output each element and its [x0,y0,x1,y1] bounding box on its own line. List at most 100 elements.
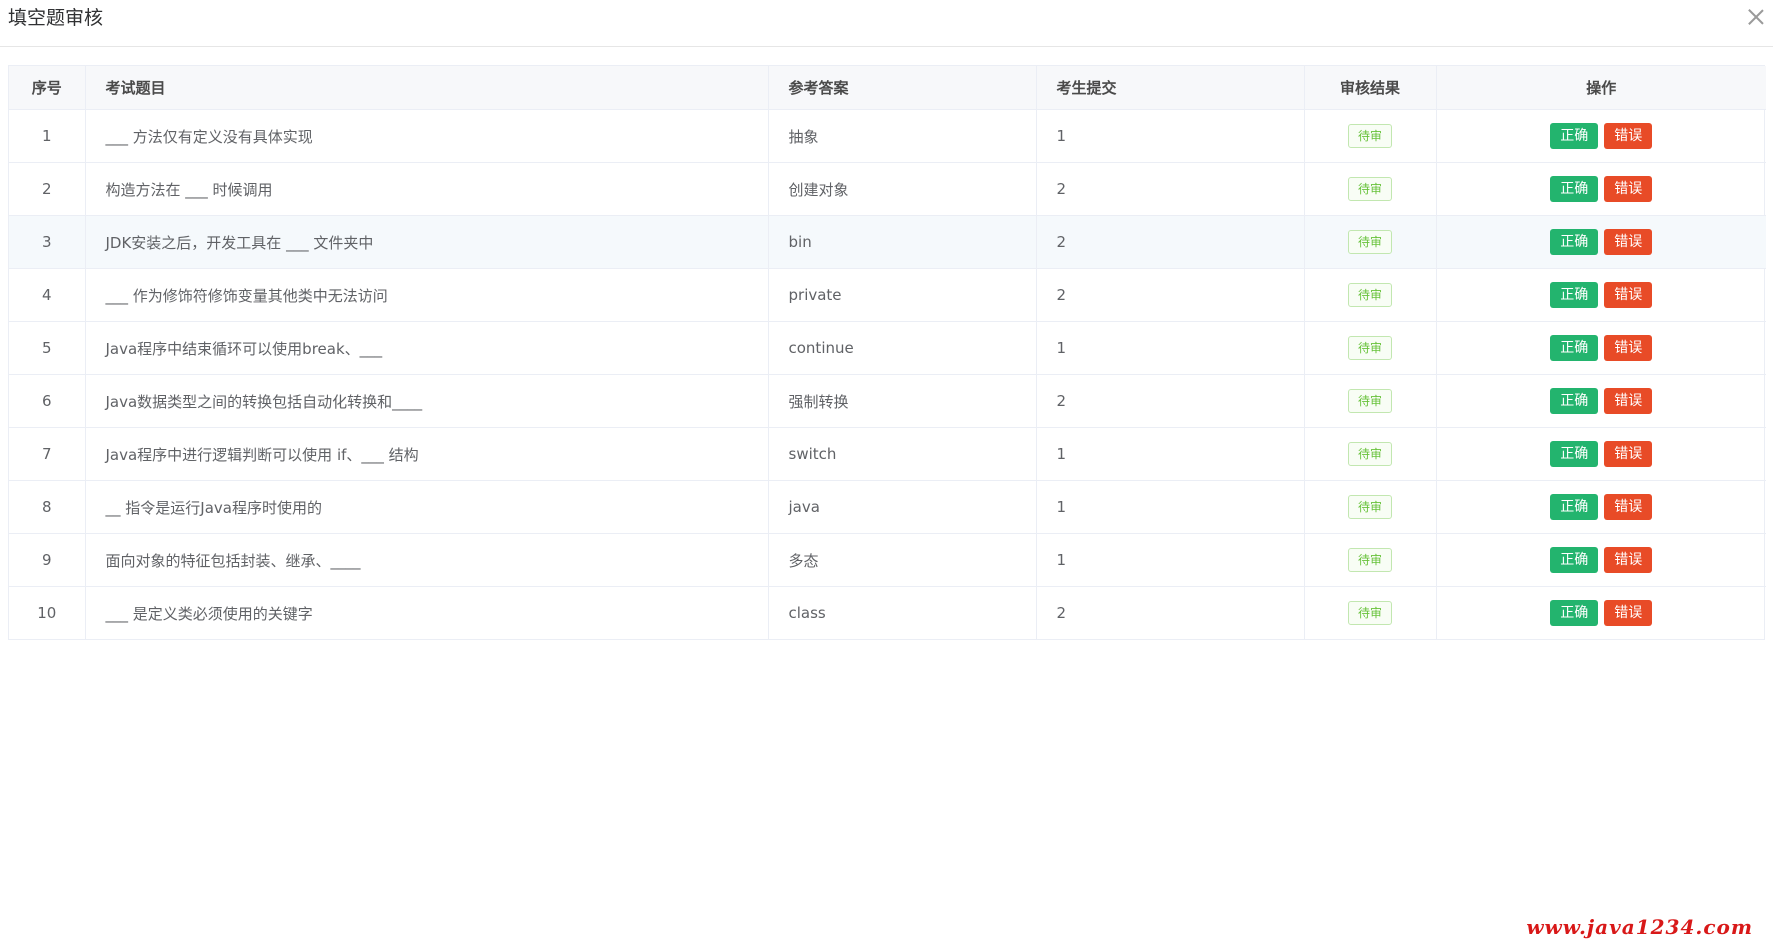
mark-wrong-button[interactable]: 错误 [1604,335,1653,361]
dialog-title: 填空题审核 [8,7,104,29]
mark-correct-button[interactable]: 正确 [1550,176,1599,202]
status-badge: 待审 [1347,601,1392,625]
row-submission: 1 [1036,321,1305,375]
column-header-answer: 参考答案 [768,66,1037,110]
row-index: 2 [9,162,86,216]
table-row: 8 __ 指令是运行Java程序时使用的 java 1 待审 正确 错误 [9,480,1766,534]
mark-wrong-button[interactable]: 错误 [1604,494,1653,520]
row-index: 7 [9,427,86,481]
row-index: 5 [9,321,86,375]
status-badge: 待审 [1347,124,1392,148]
row-status-cell: 待审 [1304,109,1437,163]
row-submission: 2 [1036,268,1305,322]
row-submission: 1 [1036,427,1305,481]
row-index: 3 [9,215,86,269]
table-row: 2 构造方法在 ___ 时候调用 创建对象 2 待审 正确 错误 [9,162,1766,216]
review-dialog: 填空题审核 序号 考试题目 参考答案 考生提交 审核结果 操作 1 ___ 方法… [0,0,1773,949]
row-submission: 2 [1036,586,1305,639]
row-status-cell: 待审 [1304,586,1437,639]
mark-correct-button[interactable]: 正确 [1550,229,1599,255]
row-index: 8 [9,480,86,534]
dialog-header: 填空题审核 [0,0,1773,47]
column-header-question: 考试题目 [85,66,769,110]
row-actions: 正确 错误 [1436,109,1766,163]
row-actions: 正确 错误 [1436,374,1766,428]
table-row: 6 Java数据类型之间的转换包括自动化转换和____ 强制转换 2 待审 正确 错误 [9,374,1766,428]
row-question: __ 指令是运行Java程序时使用的 [85,480,769,534]
row-status-cell: 待审 [1304,321,1437,375]
status-badge: 待审 [1347,230,1392,254]
row-index: 1 [9,109,86,163]
column-header-status: 审核结果 [1304,66,1437,110]
row-actions: 正确 错误 [1436,268,1766,322]
row-actions: 正确 错误 [1436,427,1766,481]
mark-wrong-button[interactable]: 错误 [1604,123,1653,149]
row-answer: 抽象 [768,109,1037,163]
row-answer: class [768,586,1037,639]
row-question: 构造方法在 ___ 时候调用 [85,162,769,216]
row-question: JDK安装之后，开发工具在 ___ 文件夹中 [85,215,769,269]
row-submission: 1 [1036,533,1305,587]
row-actions: 正确 错误 [1436,587,1766,640]
row-answer: bin [768,215,1037,269]
table-row: 9 面向对象的特征包括封装、继承、____ 多态 1 待审 正确 错误 [9,533,1766,587]
table-row: 5 Java程序中结束循环可以使用break、___ continue 1 待审 正确 错误 [9,321,1766,375]
row-answer: 多态 [768,533,1037,587]
column-header-submission: 考生提交 [1036,66,1305,110]
row-status-cell: 待审 [1304,427,1437,481]
mark-wrong-button[interactable]: 错误 [1604,282,1653,308]
row-question: 面向对象的特征包括封装、继承、____ [85,533,769,587]
row-answer: continue [768,321,1037,375]
row-question: Java程序中结束循环可以使用break、___ [85,321,769,375]
status-badge: 待审 [1347,336,1392,360]
table-row: 3 JDK安装之后，开发工具在 ___ 文件夹中 bin 2 待审 正确 错误 [9,215,1766,269]
row-index: 6 [9,374,86,428]
row-actions: 正确 错误 [1436,162,1766,216]
row-question: ___ 方法仅有定义没有具体实现 [85,109,769,163]
review-table: 序号 考试题目 参考答案 考生提交 审核结果 操作 1 ___ 方法仅有定义没有具… [8,65,1766,640]
row-answer: private [768,268,1037,322]
mark-correct-button[interactable]: 正确 [1550,441,1599,467]
mark-correct-button[interactable]: 正确 [1550,494,1599,520]
row-actions: 正确 错误 [1436,215,1766,269]
row-index: 9 [9,533,86,587]
row-submission: 1 [1036,480,1305,534]
row-submission: 2 [1036,162,1305,216]
row-actions: 正确 错误 [1436,480,1766,534]
mark-correct-button[interactable]: 正确 [1550,282,1599,308]
mark-wrong-button[interactable]: 错误 [1604,388,1653,414]
mark-wrong-button[interactable]: 错误 [1604,229,1653,255]
row-answer: 创建对象 [768,162,1037,216]
row-answer: java [768,480,1037,534]
row-submission: 1 [1036,109,1305,163]
row-status-cell: 待审 [1304,533,1437,587]
row-question: ___ 作为修饰符修饰变量其他类中无法访问 [85,268,769,322]
mark-wrong-button[interactable]: 错误 [1604,547,1653,573]
table-row: 10 ___ 是定义类必须使用的关键字 class 2 待审 正确 错误 [9,586,1766,640]
mark-wrong-button[interactable]: 错误 [1604,441,1653,467]
table-header-row: 序号 考试题目 参考答案 考生提交 审核结果 操作 [9,66,1766,110]
mark-correct-button[interactable]: 正确 [1550,600,1599,626]
row-submission: 2 [1036,374,1305,428]
mark-correct-button[interactable]: 正确 [1550,388,1599,414]
mark-correct-button[interactable]: 正确 [1550,123,1599,149]
row-actions: 正确 错误 [1436,533,1766,587]
mark-wrong-button[interactable]: 错误 [1604,176,1653,202]
column-header-actions: 操作 [1436,66,1766,110]
row-status-cell: 待审 [1304,480,1437,534]
status-badge: 待审 [1347,495,1392,519]
row-answer: 强制转换 [768,374,1037,428]
mark-correct-button[interactable]: 正确 [1550,335,1599,361]
status-badge: 待审 [1347,389,1392,413]
mark-correct-button[interactable]: 正确 [1550,547,1599,573]
row-status-cell: 待审 [1304,374,1437,428]
status-badge: 待审 [1347,442,1392,466]
row-answer: switch [768,427,1037,481]
row-actions: 正确 错误 [1436,321,1766,375]
row-index: 4 [9,268,86,322]
table-row: 4 ___ 作为修饰符修饰变量其他类中无法访问 private 2 待审 正确 错误 [9,268,1766,322]
row-question: ___ 是定义类必须使用的关键字 [85,586,769,639]
row-status-cell: 待审 [1304,268,1437,322]
mark-wrong-button[interactable]: 错误 [1604,600,1653,626]
close-icon[interactable] [1745,6,1767,28]
